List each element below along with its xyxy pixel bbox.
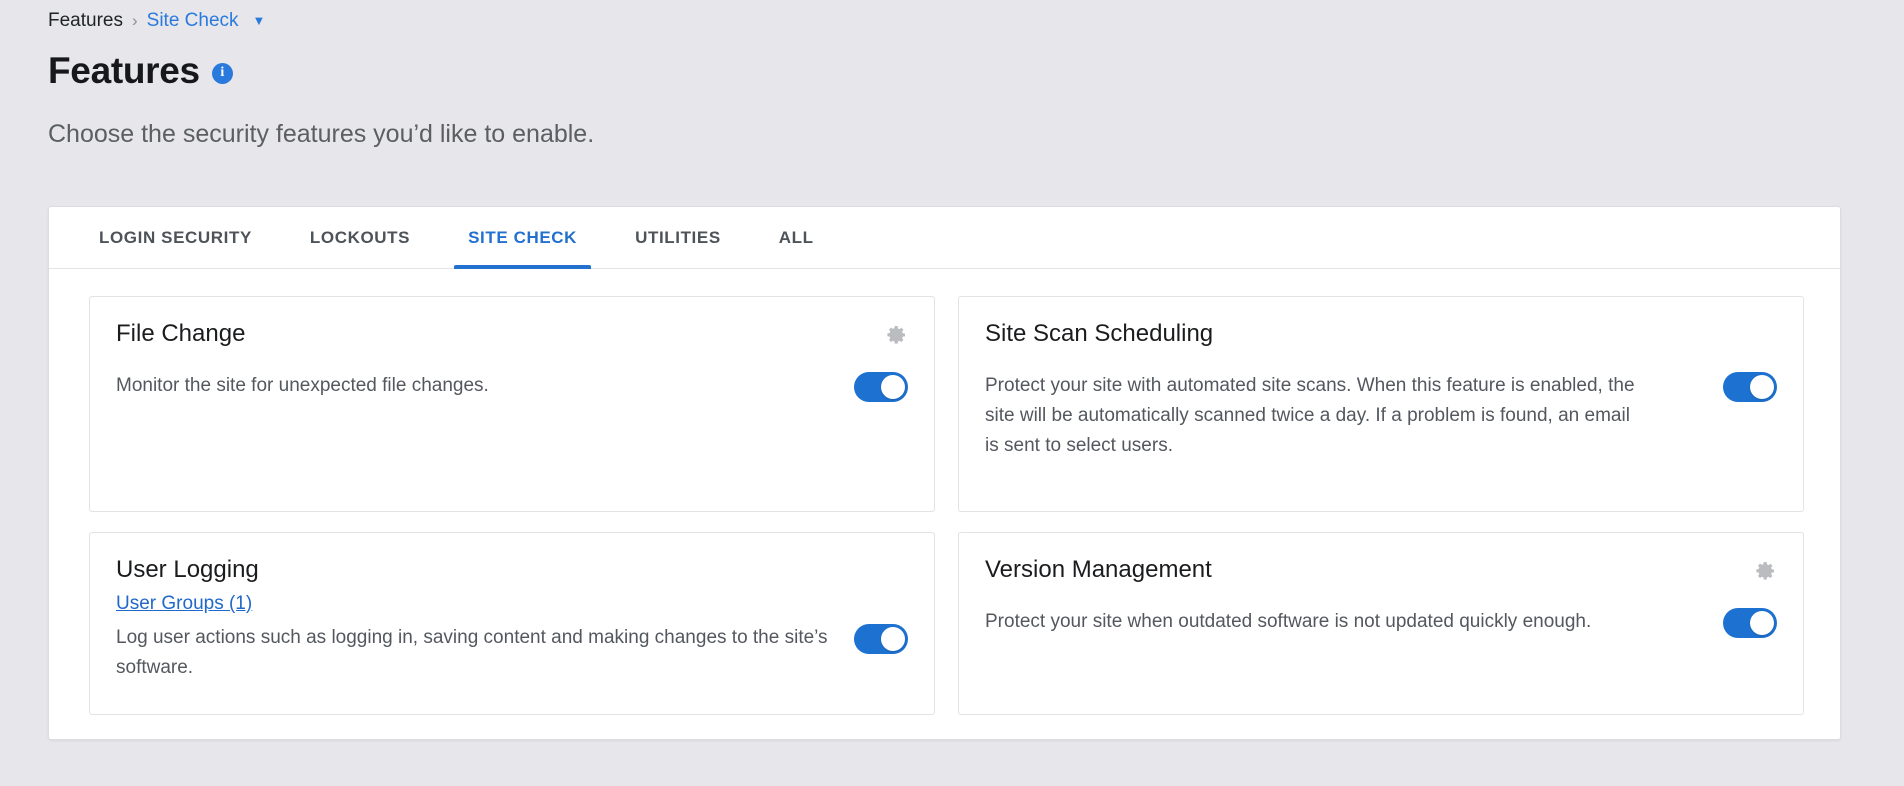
card-description: Monitor the site for unexpected file cha… [116, 371, 489, 401]
breadcrumb-separator-icon: › [132, 8, 138, 34]
breadcrumb-item-features[interactable]: Features [48, 8, 123, 34]
feature-card-user-logging: User Logging User Groups (1) Log user ac… [89, 532, 935, 715]
user-groups-link[interactable]: User Groups (1) [116, 591, 252, 617]
card-title: File Change [116, 319, 245, 349]
tab-utilities[interactable]: UTILITIES [621, 207, 735, 268]
toggle-knob [881, 627, 905, 651]
feature-card-site-scan-scheduling: Site Scan Scheduling Protect your site w… [958, 296, 1804, 512]
toggle-file-change[interactable] [854, 372, 908, 402]
toggle-knob [1750, 611, 1774, 635]
page-title-row: Features i [48, 50, 233, 92]
toggle-knob [881, 375, 905, 399]
tab-all[interactable]: ALL [765, 207, 828, 268]
card-description: Log user actions such as logging in, sav… [116, 623, 830, 683]
tab-login-security[interactable]: LOGIN SECURITY [85, 207, 266, 268]
gear-icon[interactable] [884, 323, 908, 347]
card-header: File Change [116, 319, 908, 349]
toggle-version-management[interactable] [1723, 608, 1777, 638]
card-title: User Logging [116, 555, 259, 585]
toggle-knob [1750, 375, 1774, 399]
page-subtitle: Choose the security features you’d like … [48, 118, 594, 150]
toggle-user-logging[interactable] [854, 624, 908, 654]
feature-card-version-management: Version Management Protect your site whe… [958, 532, 1804, 715]
info-icon[interactable]: i [212, 63, 233, 84]
tab-bar: LOGIN SECURITY LOCKOUTS SITE CHECK UTILI… [49, 207, 1840, 269]
toggle-site-scan-scheduling[interactable] [1723, 372, 1777, 402]
card-title: Version Management [985, 555, 1212, 585]
card-header: Site Scan Scheduling [985, 319, 1777, 349]
card-body: Log user actions such as logging in, sav… [116, 623, 908, 683]
page-title: Features [48, 50, 200, 92]
breadcrumb-item-site-check[interactable]: Site Check [147, 8, 239, 34]
breadcrumb: Features › Site Check ▼ [48, 8, 265, 34]
features-page: Features › Site Check ▼ Features i Choos… [0, 0, 1904, 786]
card-body: Protect your site when outdated software… [985, 607, 1777, 638]
card-body: Monitor the site for unexpected file cha… [116, 371, 908, 402]
card-title: Site Scan Scheduling [985, 319, 1213, 349]
tab-site-check[interactable]: SITE CHECK [454, 207, 591, 268]
card-header: Version Management [985, 555, 1777, 585]
tab-lockouts[interactable]: LOCKOUTS [296, 207, 424, 268]
card-header: User Logging [116, 555, 908, 585]
card-description: Protect your site with automated site sc… [985, 371, 1635, 461]
gear-icon[interactable] [1753, 559, 1777, 583]
features-panel: LOGIN SECURITY LOCKOUTS SITE CHECK UTILI… [48, 206, 1841, 740]
feature-card-file-change: File Change Monitor the site for unexpec… [89, 296, 935, 512]
chevron-down-icon[interactable]: ▼ [253, 8, 266, 34]
feature-card-grid: File Change Monitor the site for unexpec… [49, 269, 1840, 745]
card-description: Protect your site when outdated software… [985, 607, 1591, 637]
card-body: Protect your site with automated site sc… [985, 371, 1777, 461]
